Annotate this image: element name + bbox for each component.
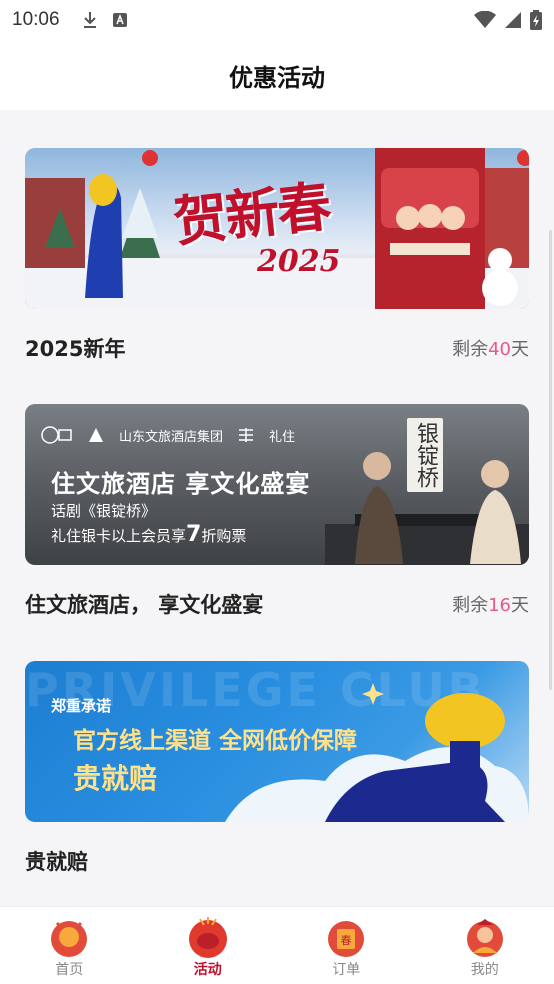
- banner-logos: 山东文旅酒店集团 礼住: [39, 424, 295, 446]
- card-footer: 贵就赔: [25, 822, 529, 900]
- activity-card[interactable]: 山东文旅酒店集团 礼住 住文旅酒店 享文化盛宴 话剧《银锭桥》 礼住银卡以上会员…: [25, 404, 529, 643]
- profile-icon: [466, 919, 503, 957]
- activity-card[interactable]: 贺新春 2025 2025新年 剩余40天: [25, 148, 529, 387]
- remaining-prefix: 剩余: [452, 339, 489, 360]
- status-time: 10:06: [12, 9, 60, 30]
- partner-logo-icon: [41, 426, 72, 444]
- home-icon: [51, 921, 88, 957]
- discount-number: 7: [186, 522, 202, 547]
- page-header: 优惠活动: [0, 40, 554, 110]
- activity-banner-privilege[interactable]: PRIVILEGE CLUB 郑重承诺 官方线上渠道 全网低价保障 贵就赔: [25, 661, 529, 822]
- signal-icon: [505, 12, 521, 28]
- svg-text:春: 春: [341, 934, 352, 947]
- club-name: 礼住: [269, 429, 296, 445]
- order-icon: 春: [328, 921, 365, 957]
- hotel-group-name: 山东文旅酒店集团: [119, 429, 224, 445]
- remaining-days: 剩余16天: [452, 591, 529, 617]
- tab-profile[interactable]: 我的: [416, 907, 554, 984]
- activity-icon: [188, 917, 227, 958]
- discount-post: 折购票: [201, 527, 247, 545]
- download-icon: [83, 12, 96, 28]
- tab-activity[interactable]: 活动: [139, 907, 278, 984]
- banner-promise: 郑重承诺: [51, 697, 112, 715]
- banner-discount: 礼住银卡以上会员享7折购票: [51, 522, 246, 547]
- tab-label: 订单: [332, 962, 361, 978]
- battery-icon: [530, 10, 542, 30]
- tab-label: 我的: [470, 962, 499, 978]
- discount-pre: 礼住银卡以上会员享: [51, 527, 187, 545]
- remaining-unit: 天: [511, 595, 529, 616]
- remaining-prefix: 剩余: [452, 595, 489, 616]
- activity-banner-new-year[interactable]: 贺新春 2025: [25, 148, 529, 309]
- activity-title: 2025新年: [25, 337, 126, 361]
- banner-big-text: 贵就赔: [73, 762, 158, 795]
- banner-play-name: 话剧《银锭桥》: [51, 502, 157, 520]
- tab-label: 活动: [193, 962, 222, 978]
- activity-list[interactable]: 贺新春 2025 2025新年 剩余40天 山东文旅酒店集团 礼住 住文旅酒店 …: [0, 110, 554, 906]
- banner-side-title: 银锭桥: [407, 418, 443, 492]
- wifi-icon: [474, 11, 496, 28]
- banner-headline: 贺新春: [170, 173, 333, 254]
- font-a-icon: [112, 13, 127, 27]
- remaining-count: 16: [488, 595, 511, 616]
- banner-year: 2025: [257, 244, 341, 279]
- bottom-tab-bar: 首页 活动 春 订单 我的: [0, 906, 554, 984]
- card-footer: 住文旅酒店， 享文化盛宴 剩余16天: [25, 565, 529, 643]
- status-bar: 10:06: [0, 0, 554, 40]
- banner-headline: 官方线上渠道 全网低价保障: [73, 728, 358, 754]
- card-footer: 2025新年 剩余40天: [25, 309, 529, 387]
- tab-home[interactable]: 首页: [0, 907, 139, 984]
- banner-headline: 住文旅酒店 享文化盛宴: [51, 470, 311, 498]
- remaining-unit: 天: [511, 339, 529, 360]
- scrollbar[interactable]: [549, 230, 552, 690]
- page-title: 优惠活动: [229, 63, 325, 92]
- remaining-days: 剩余40天: [452, 335, 529, 361]
- club-logo-icon: [239, 428, 254, 442]
- activity-title: 住文旅酒店， 享文化盛宴: [25, 593, 264, 617]
- hotel-group-logo-icon: [89, 428, 103, 442]
- tab-label: 首页: [55, 962, 84, 978]
- remaining-count: 40: [488, 339, 511, 360]
- tab-orders[interactable]: 春 订单: [277, 907, 416, 984]
- activity-card[interactable]: PRIVILEGE CLUB 郑重承诺 官方线上渠道 全网低价保障 贵就赔 贵就…: [25, 661, 529, 900]
- activity-title: 贵就赔: [25, 850, 88, 874]
- activity-banner-hotel[interactable]: 山东文旅酒店集团 礼住 住文旅酒店 享文化盛宴 话剧《银锭桥》 礼住银卡以上会员…: [25, 404, 529, 565]
